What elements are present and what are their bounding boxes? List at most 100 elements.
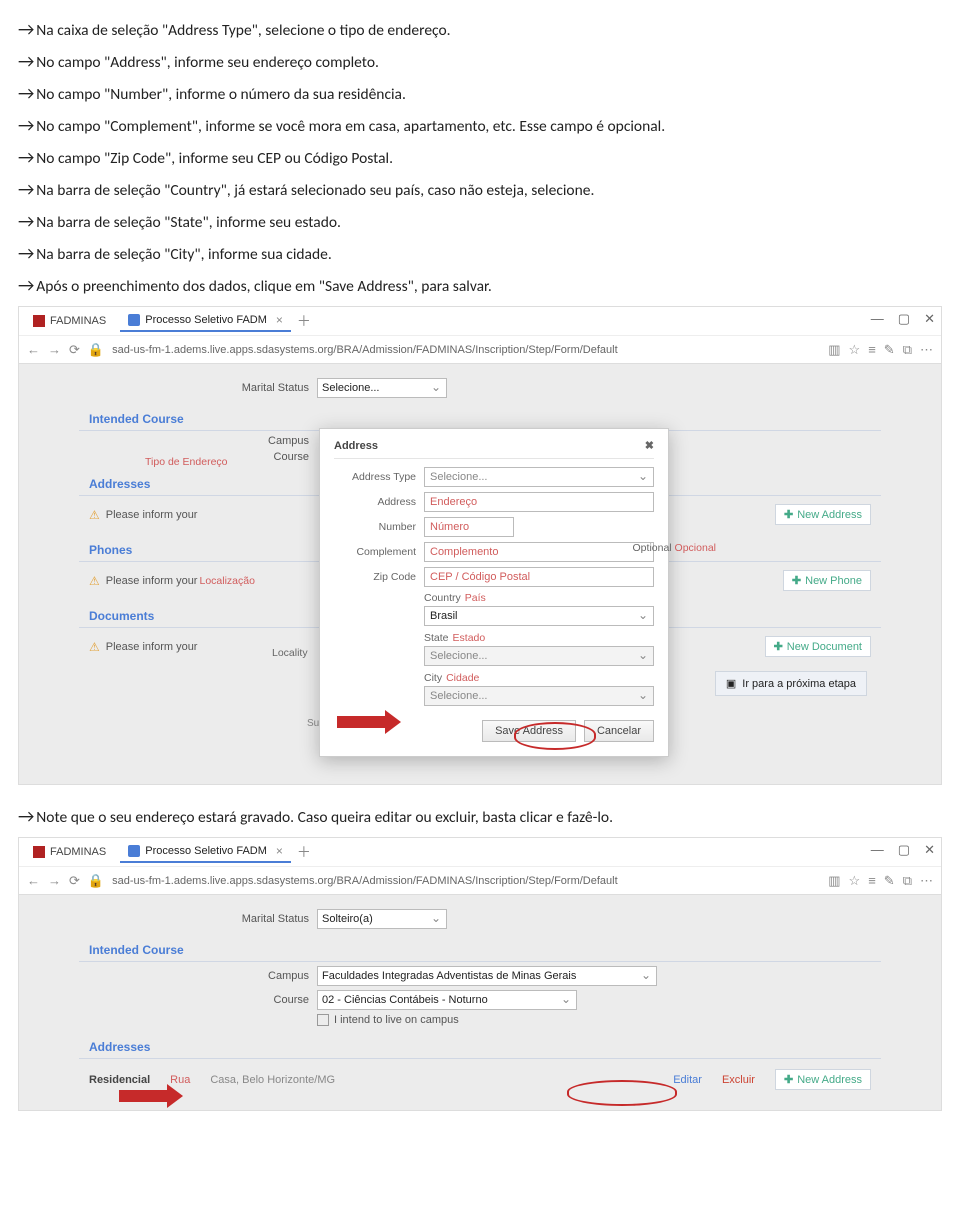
close-icon[interactable]: × xyxy=(276,844,283,858)
country-label: Country xyxy=(424,592,461,604)
back-icon[interactable]: ← xyxy=(27,342,40,357)
number-input[interactable]: Número xyxy=(424,517,514,537)
instruction-4: →No campo "Complement", informe se você … xyxy=(18,114,942,136)
edit-link[interactable]: Editar xyxy=(673,1074,702,1086)
campus-label: Campus xyxy=(219,970,309,982)
close-icon[interactable]: × xyxy=(276,313,283,327)
browser-tab-1[interactable]: FADMINAS xyxy=(25,312,114,330)
minimize-icon[interactable]: — xyxy=(871,842,884,858)
intended-course-heading: Intended Course xyxy=(79,939,881,962)
minimize-icon[interactable]: — xyxy=(871,311,884,327)
reader-icon[interactable]: ▥ xyxy=(828,342,840,358)
close-window-icon[interactable]: ✕ xyxy=(924,842,935,858)
share-icon[interactable]: ⧉ xyxy=(903,873,912,889)
instruction-5: →No campo "Zip Code", informe seu CEP ou… xyxy=(18,146,942,168)
notes-icon[interactable]: ✎ xyxy=(884,342,895,358)
marital-status-select[interactable]: Solteiro(a) xyxy=(317,909,447,929)
warn-text: Please inform your xyxy=(106,509,198,521)
instruction-7: →Na barra de seleção "State", informe se… xyxy=(18,210,942,232)
close-window-icon[interactable]: ✕ xyxy=(924,311,935,327)
arrow-icon: → xyxy=(18,50,34,72)
live-on-campus-checkbox[interactable]: I intend to live on campus xyxy=(317,1014,459,1026)
note-after: →Note que o seu endereço estará gravado.… xyxy=(18,805,942,827)
address-label: Address xyxy=(334,496,416,508)
course-select[interactable]: 02 - Ciências Contábeis - Noturno xyxy=(317,990,577,1010)
notes-icon[interactable]: ✎ xyxy=(884,873,895,889)
address-input[interactable]: Endereço xyxy=(424,492,654,512)
country-select[interactable]: Brasil xyxy=(424,606,654,626)
warn-text: Please inform your xyxy=(106,641,198,653)
star-icon[interactable]: ☆ xyxy=(849,873,861,889)
arrow-icon: → xyxy=(18,18,34,40)
forward-icon[interactable]: → xyxy=(48,873,61,888)
address-bar[interactable]: sad-us-fm-1.adems.live.apps.sdasystems.o… xyxy=(112,344,820,356)
new-tab-button[interactable]: ＋ xyxy=(297,842,311,862)
campus-select[interactable]: Faculdades Integradas Adventistas de Min… xyxy=(317,966,657,986)
instruction-9: →Após o preenchimento dos dados, clique … xyxy=(18,274,942,296)
instruction-6: →Na barra de seleção "Country", já estar… xyxy=(18,178,942,200)
save-address-button[interactable]: Save Address xyxy=(482,720,576,742)
course-label: Course xyxy=(219,451,309,463)
new-document-button[interactable]: ✚New Document xyxy=(765,636,871,657)
red-arrow-annotation xyxy=(119,1084,183,1108)
next-stage-button[interactable]: ▣ Ir para a próxima etapa xyxy=(715,671,867,696)
instruction-1: →Na caixa de seleção "Address Type", sel… xyxy=(18,18,942,40)
locality-label: Locality xyxy=(272,647,308,659)
city-label: City xyxy=(424,672,442,684)
tipo-endereco-annotation: Tipo de Endereço xyxy=(145,456,228,468)
forward-icon[interactable]: → xyxy=(48,342,61,357)
arrow-icon: → xyxy=(18,242,34,264)
favicon-icon xyxy=(128,314,140,326)
city-select[interactable]: Selecione... xyxy=(424,686,654,706)
screenshot-1: FADMINAS Processo Seletivo FADM × ＋ — ▢ … xyxy=(18,306,942,785)
zipcode-input[interactable]: CEP / Código Postal xyxy=(424,567,654,587)
state-select[interactable]: Selecione... xyxy=(424,646,654,666)
arrow-icon: → xyxy=(18,178,34,200)
warn-text: Please inform your xyxy=(106,575,198,587)
menu-icon[interactable]: ≡ xyxy=(868,342,876,357)
country-annotation: País xyxy=(465,592,486,604)
reader-icon[interactable]: ▥ xyxy=(828,873,840,889)
new-phone-button[interactable]: ✚New Phone xyxy=(783,570,871,591)
arrow-icon: → xyxy=(18,114,34,136)
back-icon[interactable]: ← xyxy=(27,873,40,888)
lock-icon: 🔒 xyxy=(88,873,104,889)
marital-status-label: Marital Status xyxy=(219,382,309,394)
menu-icon[interactable]: ≡ xyxy=(868,873,876,888)
share-icon[interactable]: ⧉ xyxy=(903,342,912,358)
address-type-label: Address Type xyxy=(334,471,416,483)
state-annotation: Estado xyxy=(453,632,486,644)
address-bar[interactable]: sad-us-fm-1.adems.live.apps.sdasystems.o… xyxy=(112,875,820,887)
warning-icon: ⚠ xyxy=(89,574,100,588)
address-type-select[interactable]: Selecione... xyxy=(424,467,654,487)
marital-status-label: Marital Status xyxy=(219,913,309,925)
complement-input[interactable]: Complemento xyxy=(424,542,654,562)
more-icon[interactable]: ⋯ xyxy=(920,342,933,358)
marital-status-select[interactable]: Selecione... xyxy=(317,378,447,398)
screenshot-2: FADMINAS Processo Seletivo FADM × ＋ — ▢ … xyxy=(18,837,942,1111)
star-icon[interactable]: ☆ xyxy=(849,342,861,358)
instruction-8: →Na barra de seleção "City", informe sua… xyxy=(18,242,942,264)
reload-icon[interactable]: ⟳ xyxy=(69,873,80,889)
reload-icon[interactable]: ⟳ xyxy=(69,342,80,358)
cancel-button[interactable]: Cancelar xyxy=(584,720,654,742)
instruction-2: →No campo "Address", informe seu endereç… xyxy=(18,50,942,72)
addresses-heading: Addresses xyxy=(79,1036,881,1059)
warning-icon: ⚠ xyxy=(89,640,100,654)
browser-tab-2[interactable]: Processo Seletivo FADM × xyxy=(120,841,291,863)
warning-icon: ⚠ xyxy=(89,508,100,522)
new-tab-button[interactable]: ＋ xyxy=(297,311,311,331)
browser-tab-2[interactable]: Processo Seletivo FADM × xyxy=(120,310,291,332)
instruction-3: →No campo "Number", informe o número da … xyxy=(18,82,942,104)
optional-label: Optional Opcional xyxy=(633,542,716,554)
campus-label: Campus xyxy=(219,435,309,447)
browser-tab-1[interactable]: FADMINAS xyxy=(25,843,114,861)
modal-close-icon[interactable]: ✖ xyxy=(645,439,654,452)
more-icon[interactable]: ⋯ xyxy=(920,873,933,889)
maximize-icon[interactable]: ▢ xyxy=(898,311,910,327)
arrow-icon: → xyxy=(18,82,34,104)
new-address-button[interactable]: ✚New Address xyxy=(775,504,871,525)
maximize-icon[interactable]: ▢ xyxy=(898,842,910,858)
new-address-button[interactable]: ✚New Address xyxy=(775,1069,871,1090)
delete-link[interactable]: Excluir xyxy=(722,1074,755,1086)
